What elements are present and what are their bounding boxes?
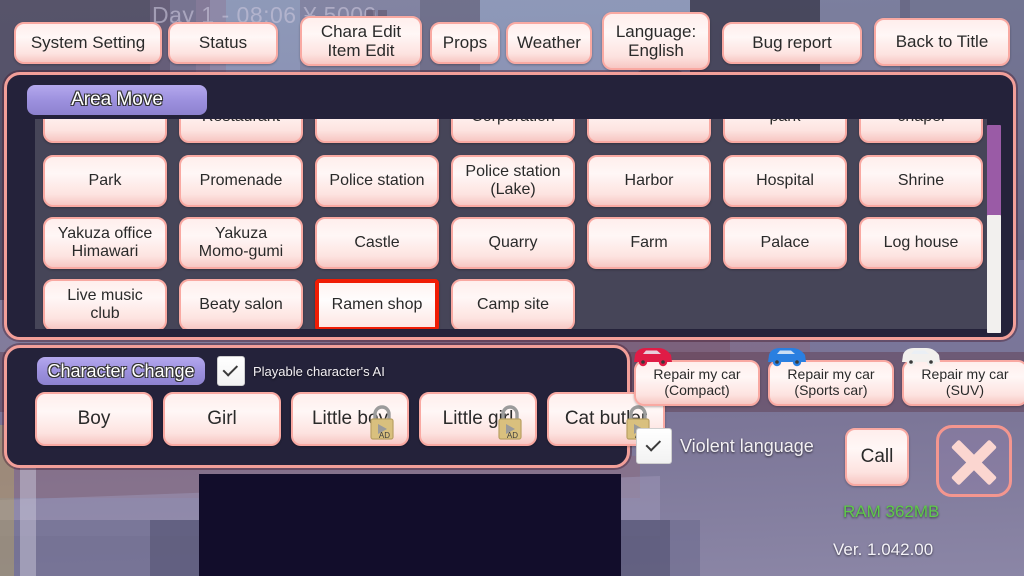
version-text: Ver. 1.042.00 bbox=[833, 540, 934, 559]
ram-usage-text: RAM 362MB bbox=[843, 502, 940, 521]
car-icon bbox=[634, 348, 672, 367]
close-x-icon bbox=[947, 434, 1001, 488]
character-button-label: Little boy bbox=[311, 408, 389, 430]
toolbar-button-system-setting[interactable]: System Setting bbox=[14, 22, 162, 64]
area-button-chapel[interactable]: chapel bbox=[859, 119, 983, 143]
scrollbar-thumb[interactable] bbox=[987, 215, 1001, 333]
area-row: Live music club Beaty salon Ramen shop Camp … bbox=[35, 279, 575, 329]
toolbar-button-bug-report[interactable]: Bug report bbox=[722, 22, 862, 64]
repair-car-button-suv[interactable]: Repair my car (SUV) bbox=[902, 348, 1024, 406]
character-button-boy[interactable]: Boy bbox=[35, 392, 153, 446]
character-button-label: Boy bbox=[77, 408, 111, 430]
character-button-girl[interactable]: Girl bbox=[163, 392, 281, 446]
area-button-empty[interactable] bbox=[43, 119, 167, 143]
repair-button-label: Repair my car (Sports car) bbox=[787, 366, 875, 398]
violent-language-checkbox[interactable] bbox=[636, 428, 672, 464]
character-button-row: Boy Girl Little boy AD Little girl AD Cat butl… bbox=[35, 392, 665, 446]
check-icon bbox=[645, 436, 662, 452]
area-button-harbor[interactable]: Harbor bbox=[587, 155, 711, 207]
area-button-yakuza-momo-gumi[interactable]: Yakuza Momo-gumi bbox=[179, 217, 303, 269]
area-button-restaurant[interactable]: Restaurant bbox=[179, 119, 303, 143]
area-row: Restaurant Corporation park chapel bbox=[35, 119, 983, 143]
violent-language-label: Violent language bbox=[680, 435, 814, 456]
toolbar-button-chara-edit-item-edit[interactable]: Chara Edit Item Edit bbox=[300, 16, 422, 66]
area-button-hospital[interactable]: Hospital bbox=[723, 155, 847, 207]
dark-empty-panel bbox=[199, 474, 621, 576]
repair-car-button-compact[interactable]: Repair my car (Compact) bbox=[634, 348, 760, 406]
check-icon bbox=[222, 361, 239, 377]
area-button-quarry[interactable]: Quarry bbox=[451, 217, 575, 269]
toolbar-button-language-english[interactable]: Language: English bbox=[602, 12, 710, 70]
area-button-police-station-lake[interactable]: Police station (Lake) bbox=[451, 155, 575, 207]
violent-language-checkbox-row[interactable]: Violent language bbox=[636, 428, 814, 464]
area-button-farm[interactable]: Farm bbox=[587, 217, 711, 269]
area-button-live-music-club[interactable]: Live music club bbox=[43, 279, 167, 329]
area-list-scrollbar[interactable] bbox=[987, 125, 1001, 333]
area-button-ramen-shop[interactable]: Ramen shop bbox=[315, 279, 439, 329]
character-button-little-boy[interactable]: Little boy AD bbox=[291, 392, 409, 446]
area-button-log-house[interactable]: Log house bbox=[859, 217, 983, 269]
repair-button-label: Repair my car (Compact) bbox=[653, 366, 741, 398]
area-move-panel: Area Move Restaurant Corporation park chape… bbox=[4, 72, 1016, 340]
character-button-label: Girl bbox=[207, 408, 237, 430]
toolbar-button-props[interactable]: Props bbox=[430, 22, 500, 64]
close-button[interactable] bbox=[936, 425, 1012, 497]
area-button-police-station[interactable]: Police station bbox=[315, 155, 439, 207]
repair-car-button-group: Repair my car (Compact) Repair my car (Spor… bbox=[634, 348, 1024, 406]
playable-ai-checkbox[interactable] bbox=[217, 356, 245, 386]
svg-text:AD: AD bbox=[379, 431, 390, 440]
playable-ai-label: Playable character's AI bbox=[253, 363, 385, 379]
toolbar-button-status[interactable]: Status bbox=[168, 22, 278, 64]
area-list-scroll-area: Restaurant Corporation park chapel ParkProme… bbox=[35, 119, 987, 329]
call-button[interactable]: Call bbox=[845, 428, 909, 486]
area-button-corporation[interactable]: Corporation bbox=[451, 119, 575, 143]
area-button-shrine[interactable]: Shrine bbox=[859, 155, 983, 207]
character-change-title[interactable]: Character Change bbox=[37, 357, 205, 385]
top-toolbar: System Setting Status Chara Edit Item Edit P… bbox=[0, 0, 1024, 74]
playable-ai-checkbox-row[interactable]: Playable character's AI bbox=[217, 356, 385, 386]
area-button-beaty-salon[interactable]: Beaty salon bbox=[179, 279, 303, 329]
area-button-camp-site[interactable]: Camp site bbox=[451, 279, 575, 329]
repair-button-label: Repair my car (SUV) bbox=[921, 366, 1009, 398]
repair-car-button-sports-car[interactable]: Repair my car (Sports car) bbox=[768, 348, 894, 406]
area-button-palace[interactable]: Palace bbox=[723, 217, 847, 269]
car-icon bbox=[768, 348, 806, 367]
area-button-castle[interactable]: Castle bbox=[315, 217, 439, 269]
character-change-panel: Character Change Playable character's AI… bbox=[4, 345, 665, 468]
svg-text:AD: AD bbox=[507, 431, 518, 440]
toolbar-button-weather[interactable]: Weather bbox=[506, 22, 592, 64]
area-button-empty[interactable] bbox=[315, 119, 439, 143]
area-button-yakuza-office-himawari[interactable]: Yakuza office Himawari bbox=[43, 217, 167, 269]
character-button-label: Cat butler bbox=[564, 408, 648, 430]
character-button-little-girl[interactable]: Little girl AD bbox=[419, 392, 537, 446]
area-button-park[interactable]: Park bbox=[43, 155, 167, 207]
character-button-label: Little girl bbox=[442, 408, 514, 430]
game-screen: CLOSED Day 1 - 08:06 ¥ 5000 System Setti… bbox=[0, 0, 1024, 576]
area-button-park[interactable]: park bbox=[723, 119, 847, 143]
car-icon bbox=[902, 348, 940, 367]
area-row: Yakuza office Himawari Yakuza Momo-gumi Cast… bbox=[35, 217, 983, 269]
area-button-promenade[interactable]: Promenade bbox=[179, 155, 303, 207]
area-move-title[interactable]: Area Move bbox=[27, 85, 207, 115]
toolbar-button-back-to-title[interactable]: Back to Title bbox=[874, 18, 1010, 66]
area-row: Park Promenade Police station Police statio… bbox=[35, 155, 983, 207]
area-button-empty[interactable] bbox=[587, 119, 711, 143]
